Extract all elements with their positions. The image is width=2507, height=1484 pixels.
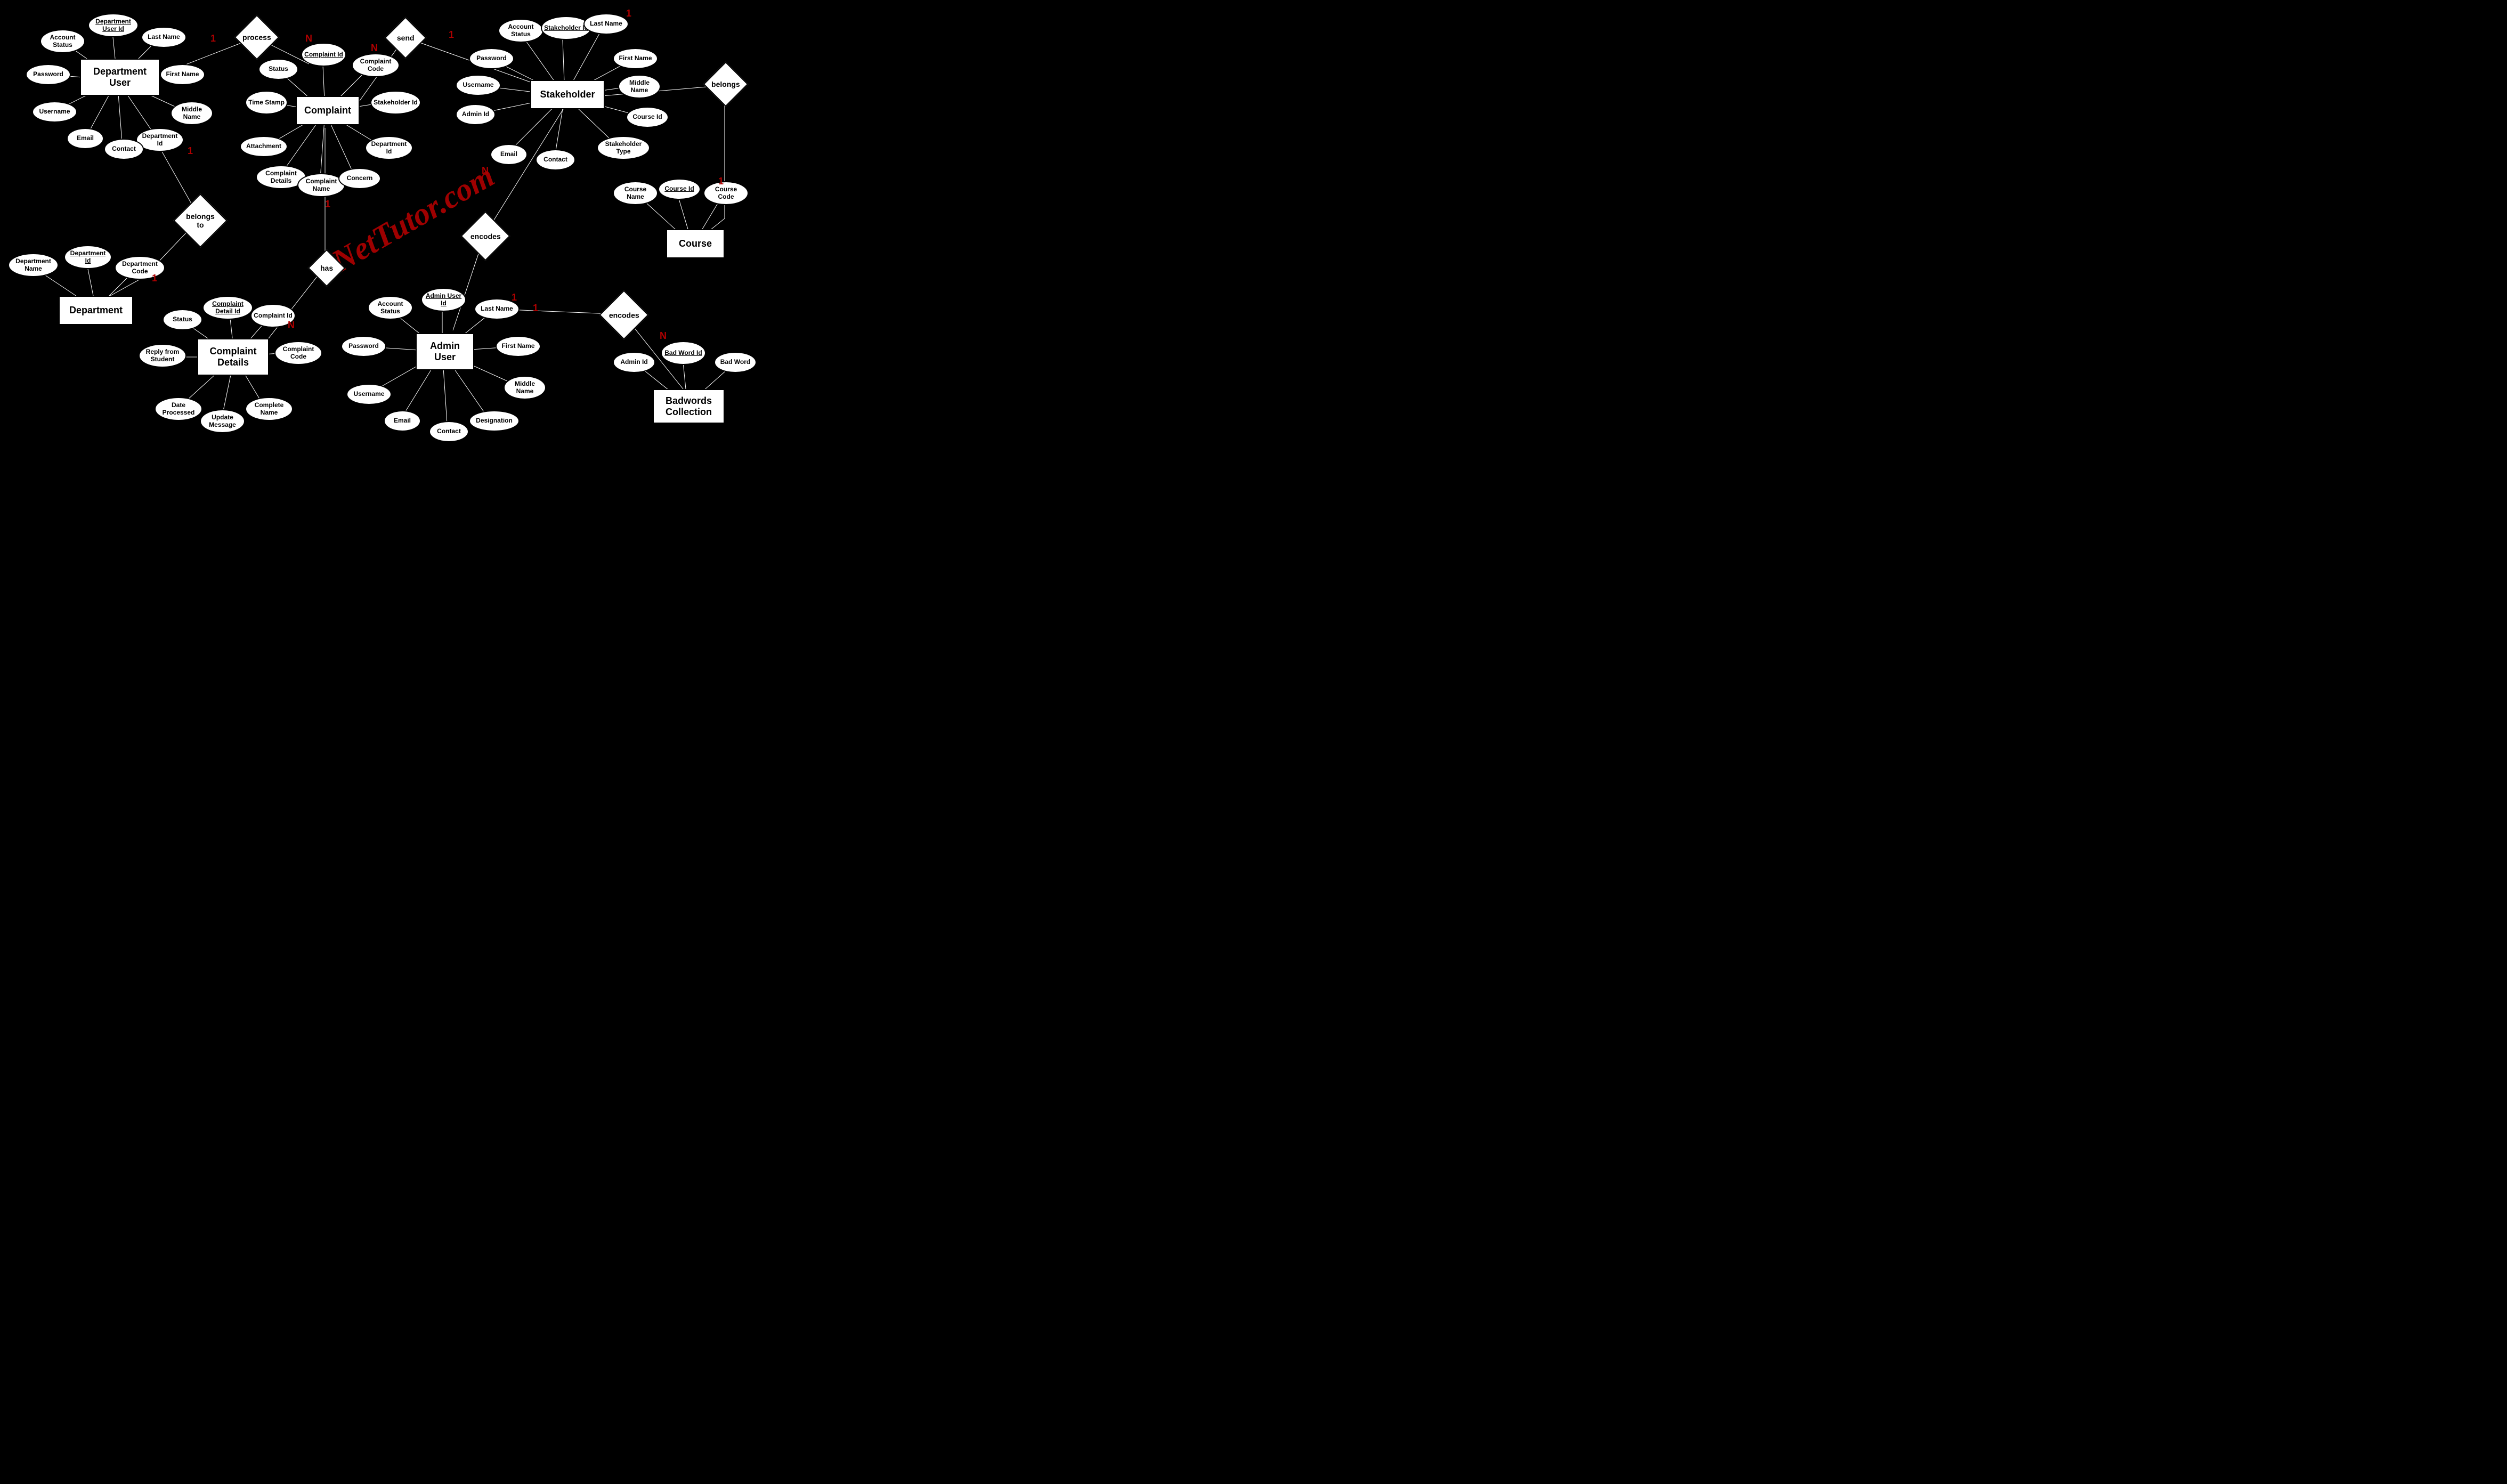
attr-du-middle-name: Middle Name <box>171 101 213 125</box>
attr-sh-first-name: First Name <box>613 48 658 69</box>
attr-sh-course-id: Course Id <box>626 107 669 128</box>
attr-du-last-name: Last Name <box>141 27 186 48</box>
attr-co-course-name: Course Name <box>613 181 658 205</box>
card-belongs-to-1a: 1 <box>188 145 193 157</box>
attr-du-account-status: Account Status <box>40 29 85 53</box>
attr-sh-admin-id: Admin Id <box>456 104 496 125</box>
attr-du-password: Password <box>26 64 71 85</box>
attr-au-username: Username <box>346 384 392 405</box>
attr-du-department-user-id: Department User Id <box>88 13 139 37</box>
attr-au-admin-user-id: Admin User Id <box>421 288 466 312</box>
attr-c-concern: Concern <box>338 168 381 189</box>
attr-c-complaint-id: Complaint Id <box>301 43 346 67</box>
attr-d-department-id: Department Id <box>64 245 112 269</box>
attr-du-first-name: First Name <box>160 64 205 85</box>
attr-c-status: Status <box>258 59 298 80</box>
entity-badwords: Badwords Collection <box>653 389 725 424</box>
card-send-1: 1 <box>449 29 454 40</box>
card-process-n: N <box>305 33 312 44</box>
attr-bw-bad-word-id: Bad Word Id <box>661 341 706 365</box>
attr-sh-last-name: Last Name <box>583 13 629 35</box>
card-belongs-to-1b: 1 <box>152 273 157 284</box>
attr-sh-stakeholder-type: Stakeholder Type <box>597 136 650 160</box>
attr-du-username: Username <box>32 101 77 123</box>
card-process-1: 1 <box>210 33 216 44</box>
attr-du-email: Email <box>67 128 104 149</box>
card-belongs-1: 1 <box>718 176 724 187</box>
attr-au-email: Email <box>384 410 421 432</box>
attr-d-department-code: Department Code <box>115 256 165 280</box>
attr-c-attachment: Attachment <box>240 136 288 157</box>
attr-au-password: Password <box>341 336 386 357</box>
attr-au-contact: Contact <box>429 421 469 442</box>
entity-course: Course <box>666 229 725 258</box>
entity-department: Department <box>59 296 133 325</box>
attr-cd-update-message: Update Message <box>200 409 245 433</box>
attr-sh-middle-name: Middle Name <box>618 75 661 99</box>
attr-co-course-id: Course Id <box>658 179 701 200</box>
attr-cd-status: Status <box>163 309 202 330</box>
attr-c-department-id: Department Id <box>365 136 413 160</box>
entity-complaint: Complaint <box>296 96 360 125</box>
attr-c-stakeholder-id: Stakeholder Id <box>370 91 421 115</box>
entity-admin-user: Admin User <box>416 333 474 370</box>
attr-sh-stakeholder-id: Stakeholder Id <box>541 16 591 40</box>
entity-department-user: Department User <box>80 59 160 96</box>
card-encodes1-n: N <box>482 165 489 176</box>
attr-du-contact: Contact <box>104 139 144 160</box>
attr-cd-complete-name: Complete Name <box>245 397 293 421</box>
card-sh-lastname-1: 1 <box>626 8 631 19</box>
attr-cd-complaint-code: Complaint Code <box>274 341 322 365</box>
attr-sh-password: Password <box>469 48 514 69</box>
attr-d-department-name: Department Name <box>8 253 59 277</box>
attr-au-middle-name: Middle Name <box>504 376 546 400</box>
card-has-n: N <box>288 320 295 331</box>
attr-au-first-name: First Name <box>496 336 541 357</box>
card-send-n: N <box>371 43 378 54</box>
attr-co-course-code: Course Code <box>703 181 749 205</box>
attr-sh-username: Username <box>456 75 501 96</box>
attr-bw-admin-id: Admin Id <box>613 352 655 373</box>
attr-sh-account-status: Account Status <box>498 19 543 43</box>
attr-c-complaint-code: Complaint Code <box>352 53 400 77</box>
attr-cd-date-processed: Date Processed <box>155 397 202 421</box>
attr-au-account-status: Account Status <box>368 296 413 320</box>
attr-au-designation: Designation <box>469 410 520 432</box>
card-encodes2-n: N <box>660 330 667 342</box>
card-has-1: 1 <box>325 199 330 210</box>
entity-stakeholder: Stakeholder <box>530 80 605 109</box>
card-au-last-1b: 1 <box>533 303 538 314</box>
entity-complaint-details: Complaint Details <box>197 338 269 376</box>
attr-sh-email: Email <box>490 144 528 165</box>
attr-c-time-stamp: Time Stamp <box>245 91 288 115</box>
attr-sh-contact: Contact <box>536 149 575 171</box>
attr-cd-complaint-detail-id: Complaint Detail Id <box>202 296 253 320</box>
card-au-last-1a: 1 <box>512 292 517 303</box>
attr-bw-bad-word: Bad Word <box>714 352 757 373</box>
attr-cd-reply-from-student: Reply from Student <box>139 344 186 368</box>
